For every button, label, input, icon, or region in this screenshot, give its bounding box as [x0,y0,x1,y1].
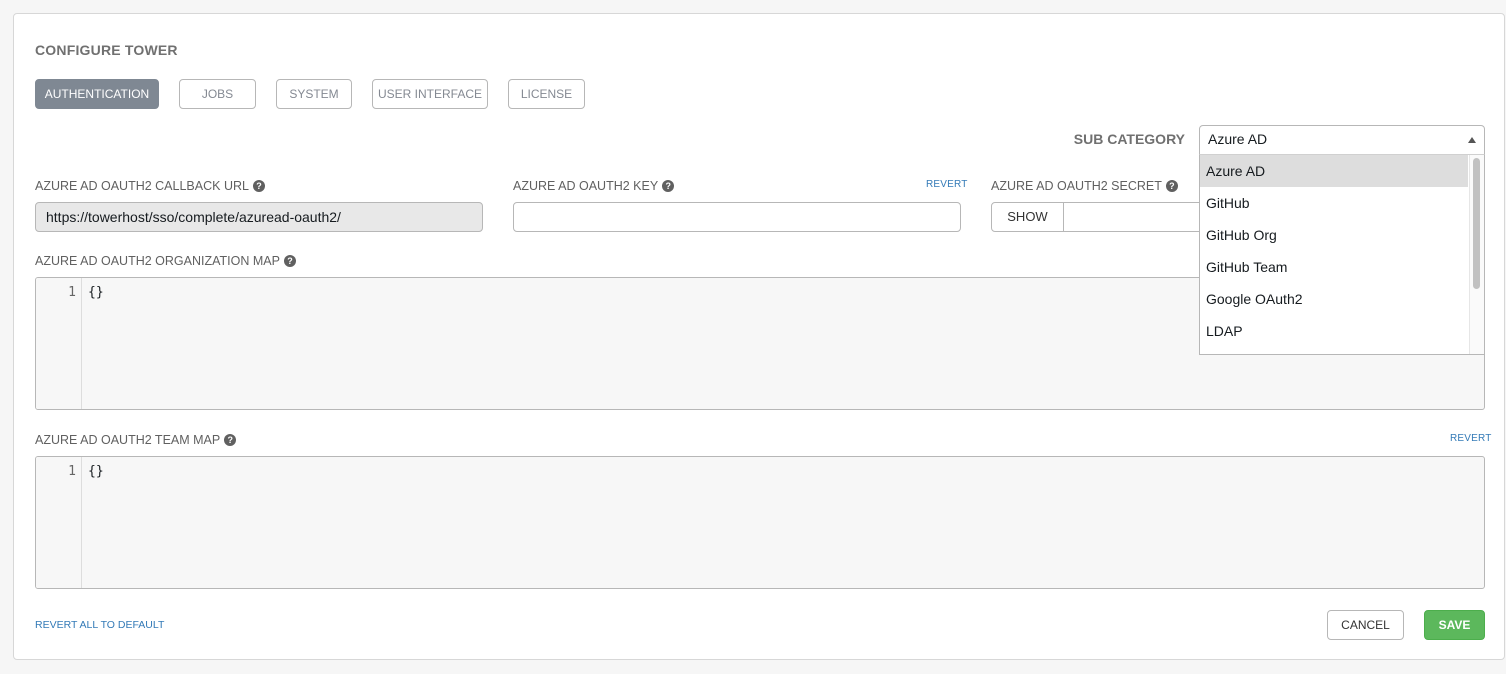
key-revert-link[interactable]: REVERT [926,179,968,190]
sub-category-option-github[interactable]: GitHub [1200,187,1468,219]
question-circle-icon[interactable]: ? [283,255,296,267]
team-map-label-row: AZURE AD OAUTH2 TEAM MAP? [35,433,237,447]
callback-url-label-row: AZURE AD OAUTH2 CALLBACK URL? [35,179,265,193]
dropdown-scrollbar[interactable] [1469,155,1484,354]
tab-system[interactable]: SYSTEM [276,79,352,109]
caret-up-icon [1468,137,1476,143]
key-input[interactable] [513,202,961,232]
cancel-button[interactable]: CANCEL [1327,610,1404,640]
sub-category-option-ldap[interactable]: LDAP [1200,315,1468,347]
revert-all-link[interactable]: REVERT ALL TO DEFAULT [35,619,164,631]
key-label-row: AZURE AD OAUTH2 KEY? [513,179,675,193]
callback-url-field[interactable]: https://towerhost/sso/complete/azuread-o… [35,202,483,232]
org-map-label: AZURE AD OAUTH2 ORGANIZATION MAP [35,254,280,268]
team-map-label: AZURE AD OAUTH2 TEAM MAP [35,433,221,447]
question-circle-icon[interactable]: ? [662,180,675,192]
sub-category-dropdown: Azure AD GitHub GitHub Org GitHub Team G… [1199,154,1485,355]
sub-category-option-google-oauth2[interactable]: Google OAuth2 [1200,283,1468,315]
team-map-code[interactable]: {} [88,464,104,479]
secret-label-row: AZURE AD OAUTH2 SECRET? [991,179,1178,193]
callback-url-value: https://towerhost/sso/complete/azuread-o… [46,209,341,225]
secret-input[interactable] [1063,202,1203,232]
page-title: CONFIGURE TOWER [35,42,178,58]
callback-url-label: AZURE AD OAUTH2 CALLBACK URL [35,179,249,193]
dropdown-scrollbar-thumb[interactable] [1473,158,1480,289]
sub-category-option-github-org[interactable]: GitHub Org [1200,219,1468,251]
sub-category-selected-value: Azure AD [1208,131,1268,147]
team-map-line-number: 1 [36,457,82,588]
team-map-editor[interactable]: 1 {} [35,456,1485,589]
org-map-label-row: AZURE AD OAUTH2 ORGANIZATION MAP? [35,254,296,268]
team-map-revert-link[interactable]: REVERT [1450,433,1492,444]
sub-category-label: SUB CATEGORY [1073,131,1185,147]
secret-label: AZURE AD OAUTH2 SECRET [991,179,1162,193]
question-circle-icon[interactable]: ? [224,434,237,446]
tab-authentication[interactable]: AUTHENTICATION [35,79,159,109]
key-label: AZURE AD OAUTH2 KEY [513,179,659,193]
org-map-line-number: 1 [36,278,82,409]
tab-user-interface[interactable]: USER INTERFACE [372,79,488,109]
show-secret-button[interactable]: SHOW [991,202,1064,232]
question-circle-icon[interactable]: ? [252,180,265,192]
save-button[interactable]: SAVE [1424,610,1485,640]
tab-jobs[interactable]: JOBS [179,79,256,109]
org-map-code[interactable]: {} [88,285,104,300]
configure-tower-panel: CONFIGURE TOWER AUTHENTICATION JOBS SYST… [13,13,1505,660]
tab-license[interactable]: LICENSE [508,79,585,109]
sub-category-option-azure-ad[interactable]: Azure AD [1200,155,1468,187]
sub-category-option-github-team[interactable]: GitHub Team [1200,251,1468,283]
sub-category-select[interactable]: Azure AD [1199,125,1485,155]
question-circle-icon[interactable]: ? [1165,180,1178,192]
